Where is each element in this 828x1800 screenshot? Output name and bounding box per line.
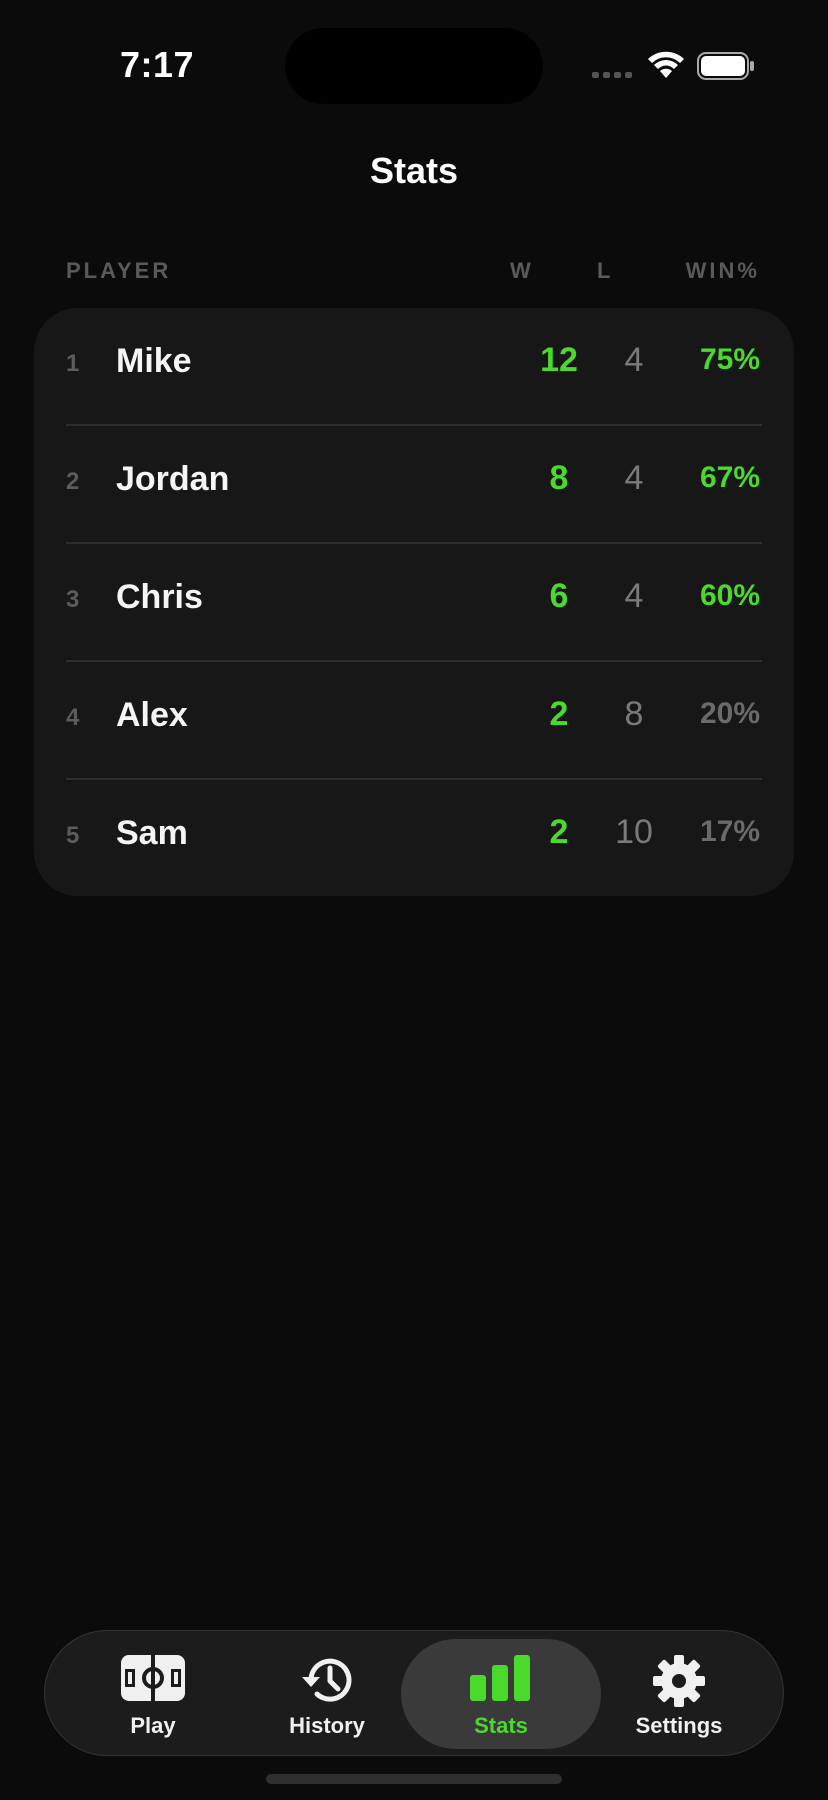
player-losses: 4 — [624, 577, 644, 615]
player-rank: 2 — [66, 468, 80, 495]
player-row[interactable]: 1 Mike 12 4 75% — [34, 308, 794, 426]
player-name: Sam — [116, 814, 188, 852]
history-icon — [302, 1658, 352, 1702]
player-row[interactable]: 2 Jordan 8 4 67% — [34, 426, 794, 544]
wifi-icon — [648, 51, 684, 78]
player-rank: 5 — [66, 822, 80, 849]
player-win-pct: 20% — [699, 697, 760, 730]
player-name: Mike — [116, 342, 192, 380]
player-win-pct: 60% — [699, 579, 760, 612]
page-title: Stats — [369, 150, 459, 191]
column-headers: PLAYER W L WIN% — [0, 258, 828, 288]
player-win-pct: 17% — [699, 815, 760, 848]
tab-label: Play — [130, 1713, 176, 1738]
player-row[interactable]: 5 Sam 2 10 17% — [34, 780, 794, 898]
status-bar: 7:17 — [0, 0, 828, 120]
tab-label: Stats — [474, 1713, 528, 1738]
player-win-pct: 75% — [699, 343, 760, 376]
player-losses: 4 — [624, 459, 644, 497]
column-header-losses: L — [597, 258, 614, 283]
tab-label: Settings — [635, 1713, 723, 1738]
player-rank: 1 — [66, 350, 80, 377]
tab-bar: Play History Stats Settings — [44, 1630, 784, 1756]
player-rank: 3 — [66, 586, 80, 613]
battery-icon — [697, 52, 754, 80]
dynamic-island — [285, 28, 543, 104]
stats-table: 1 Mike 12 4 75% 2 Jordan 8 4 67% 3 Chris… — [34, 308, 794, 896]
player-losses: 8 — [624, 695, 644, 733]
tab-play[interactable]: Play — [67, 1639, 239, 1749]
player-name: Jordan — [116, 460, 230, 498]
player-losses: 10 — [615, 813, 653, 851]
court-icon — [121, 1655, 185, 1701]
player-losses: 4 — [624, 341, 644, 379]
player-row[interactable]: 3 Chris 6 4 60% — [34, 544, 794, 662]
home-indicator[interactable] — [266, 1774, 562, 1784]
gear-icon — [653, 1655, 705, 1707]
player-rank: 4 — [66, 704, 80, 731]
column-header-wins: W — [510, 258, 534, 283]
player-win-pct: 67% — [699, 461, 760, 494]
bar-chart-icon — [470, 1655, 530, 1701]
cellular-signal-icon — [592, 72, 632, 78]
column-header-win-pct: WIN% — [685, 258, 760, 283]
player-name: Alex — [116, 696, 188, 734]
tab-label: History — [289, 1713, 365, 1738]
status-time: 7:17 — [120, 44, 195, 85]
tab-settings[interactable]: Settings — [593, 1639, 765, 1749]
column-header-player: PLAYER — [66, 258, 172, 283]
tab-stats[interactable]: Stats — [401, 1639, 601, 1749]
tab-history[interactable]: History — [241, 1639, 413, 1749]
player-row[interactable]: 4 Alex 2 8 20% — [34, 662, 794, 780]
player-name: Chris — [116, 578, 203, 616]
